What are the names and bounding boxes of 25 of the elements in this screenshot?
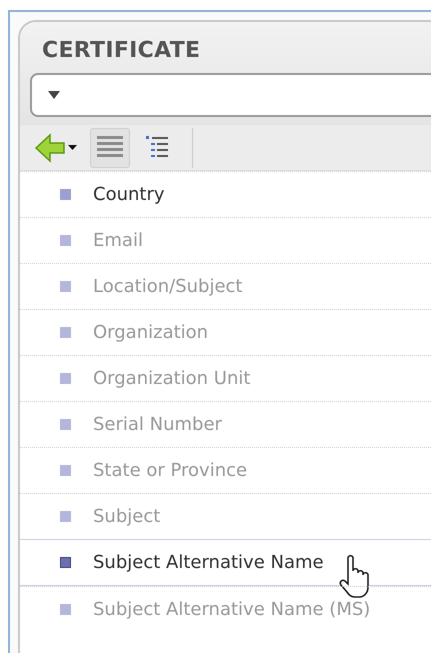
- list-item[interactable]: Email: [20, 217, 431, 263]
- dropdown-field[interactable]: [30, 73, 431, 117]
- arrow-icon: [34, 132, 78, 164]
- bullet-icon: [60, 465, 71, 476]
- list-item[interactable]: Country: [20, 171, 431, 217]
- bullet-icon: [60, 419, 71, 430]
- list-item[interactable]: State or Province: [20, 447, 431, 493]
- bullet-icon: [60, 281, 71, 292]
- list-item[interactable]: Serial Number: [20, 401, 431, 447]
- list-view-button[interactable]: [90, 128, 130, 168]
- list-item[interactable]: Subject Alternative Name (MS): [20, 586, 431, 632]
- bullet-icon: [60, 373, 71, 384]
- bullet-icon: [60, 557, 71, 568]
- list-item[interactable]: Location/Subject: [20, 263, 431, 309]
- bullet-icon: [60, 604, 71, 615]
- bullet-icon: [60, 327, 71, 338]
- list-item[interactable]: Subject: [20, 493, 431, 539]
- bullet-icon: [60, 235, 71, 246]
- bullet-icon: [60, 189, 71, 200]
- list-item[interactable]: Organization Unit: [20, 355, 431, 401]
- list-item[interactable]: Subject Alternative Name: [20, 539, 431, 586]
- list-item[interactable]: Organization: [20, 309, 431, 355]
- bullet-icon: [60, 511, 71, 522]
- panel-title: CERTIFICATE: [41, 38, 202, 63]
- caret-icon: [48, 91, 60, 99]
